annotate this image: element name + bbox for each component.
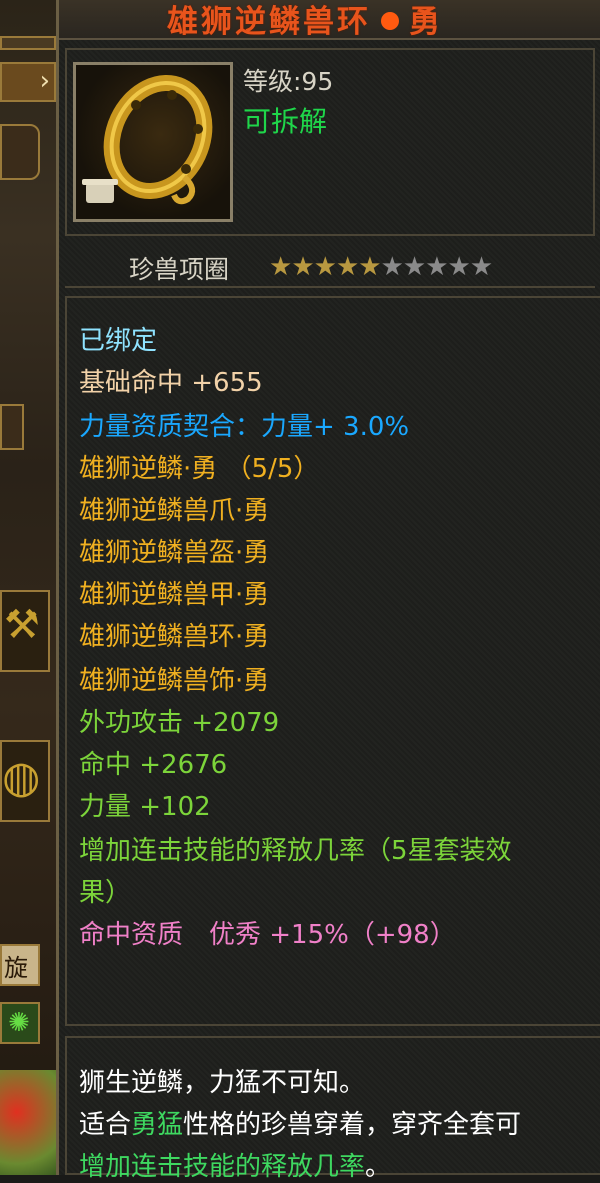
base-stat: 基础命中 +655 xyxy=(79,368,263,398)
item-category: 珍兽项圈 xyxy=(129,255,230,284)
description-highlight: 勇猛 xyxy=(131,1110,184,1140)
set-item: 雄狮逆鳞兽盔·勇 xyxy=(79,538,270,568)
panel-tab[interactable] xyxy=(0,36,56,50)
star-empty-icon: ★ xyxy=(380,252,404,282)
ring-icon: ◍ xyxy=(2,752,41,803)
chevron-right-icon: › xyxy=(39,66,50,96)
aptitude-stat: 命中资质 优秀 +15%（+98） xyxy=(79,920,456,950)
golden-beast-ring-icon xyxy=(82,74,213,205)
aptitude-bonus: 力量资质契合：力量+ 3.0% xyxy=(79,412,410,442)
equipment-slot[interactable] xyxy=(0,124,40,180)
item-title: 雄狮逆鳞兽环 勇 xyxy=(167,0,443,41)
item-level: 等级:95 xyxy=(243,67,334,96)
set-item: 雄狮逆鳞兽饰·勇 xyxy=(79,666,270,696)
description-highlight: 增加连击技能的释放几率 xyxy=(79,1152,366,1182)
star-filled-icon: ★ xyxy=(291,252,315,282)
description-line: 增加连击技能的释放几率。 xyxy=(79,1146,391,1183)
star-rating: ★★★★★★★★★★ xyxy=(269,252,494,282)
description-text: 适合 xyxy=(79,1110,132,1140)
star-empty-icon: ★ xyxy=(469,252,494,282)
set-bonus: 果） xyxy=(79,878,132,908)
description-text: 。 xyxy=(365,1152,392,1182)
set-bonus: 外功攻击 +2079 xyxy=(79,708,280,738)
equipped-ring-slot[interactable]: ◍ xyxy=(0,740,50,822)
dismantle-status: 可拆解 xyxy=(243,105,328,138)
scroll-right-button[interactable]: › xyxy=(0,62,56,102)
set-item: 雄狮逆鳞兽甲·勇 xyxy=(79,580,270,610)
set-item: 雄狮逆鳞兽环·勇 xyxy=(79,622,270,652)
description-text: 性格的珍兽穿着，穿齐全套可 xyxy=(183,1110,522,1140)
set-bonus: 增加连击技能的释放几率（5星套装效 xyxy=(79,836,512,866)
star-empty-icon: ★ xyxy=(402,252,427,282)
item-icon-frame xyxy=(73,62,233,222)
bound-status: 已绑定 xyxy=(79,326,158,356)
title-bar: 雄狮逆鳞兽环 勇 xyxy=(59,0,600,40)
quality-dot-icon xyxy=(381,11,399,30)
star-empty-icon: ★ xyxy=(425,252,449,282)
star-filled-icon: ★ xyxy=(335,252,360,282)
star-filled-icon: ★ xyxy=(313,252,337,282)
description-line: 狮生逆鳞，力猛不可知。 xyxy=(79,1068,366,1098)
gem-slot[interactable]: ✺ xyxy=(0,1002,40,1044)
background-game-panel: › ⚒ ◍ 旋 ✺ xyxy=(0,0,56,1175)
equipped-claw-slot[interactable]: ⚒ xyxy=(0,590,50,672)
item-suffix: 勇 xyxy=(409,4,443,40)
item-tooltip: 雄狮逆鳞兽环勇 等级:95 可拆解 珍兽项圈 ★★★★★★★★★★ 已绑定 基础… xyxy=(56,0,600,1182)
description-line: 适合勇猛性格的珍兽穿着，穿齐全套可 xyxy=(79,1104,521,1141)
star-filled-icon: ★ xyxy=(269,252,293,282)
equipment-slot[interactable] xyxy=(0,404,24,450)
star-empty-icon: ★ xyxy=(447,252,471,282)
tab-button[interactable]: 旋 xyxy=(0,944,40,986)
tab-button-label: 旋 xyxy=(4,954,28,982)
set-bonus: 力量 +102 xyxy=(79,792,211,822)
portrait-image xyxy=(0,1070,56,1175)
set-item: 雄狮逆鳞兽爪·勇 xyxy=(79,496,270,526)
claw-icon: ⚒ xyxy=(4,602,40,648)
set-bonus: 命中 +2676 xyxy=(79,750,228,780)
gem-icon: ✺ xyxy=(8,1008,30,1038)
set-name: 雄狮逆鳞·勇 （5/5） xyxy=(79,454,320,484)
star-filled-icon: ★ xyxy=(358,252,382,282)
item-name: 雄狮逆鳞兽环 xyxy=(167,4,371,40)
